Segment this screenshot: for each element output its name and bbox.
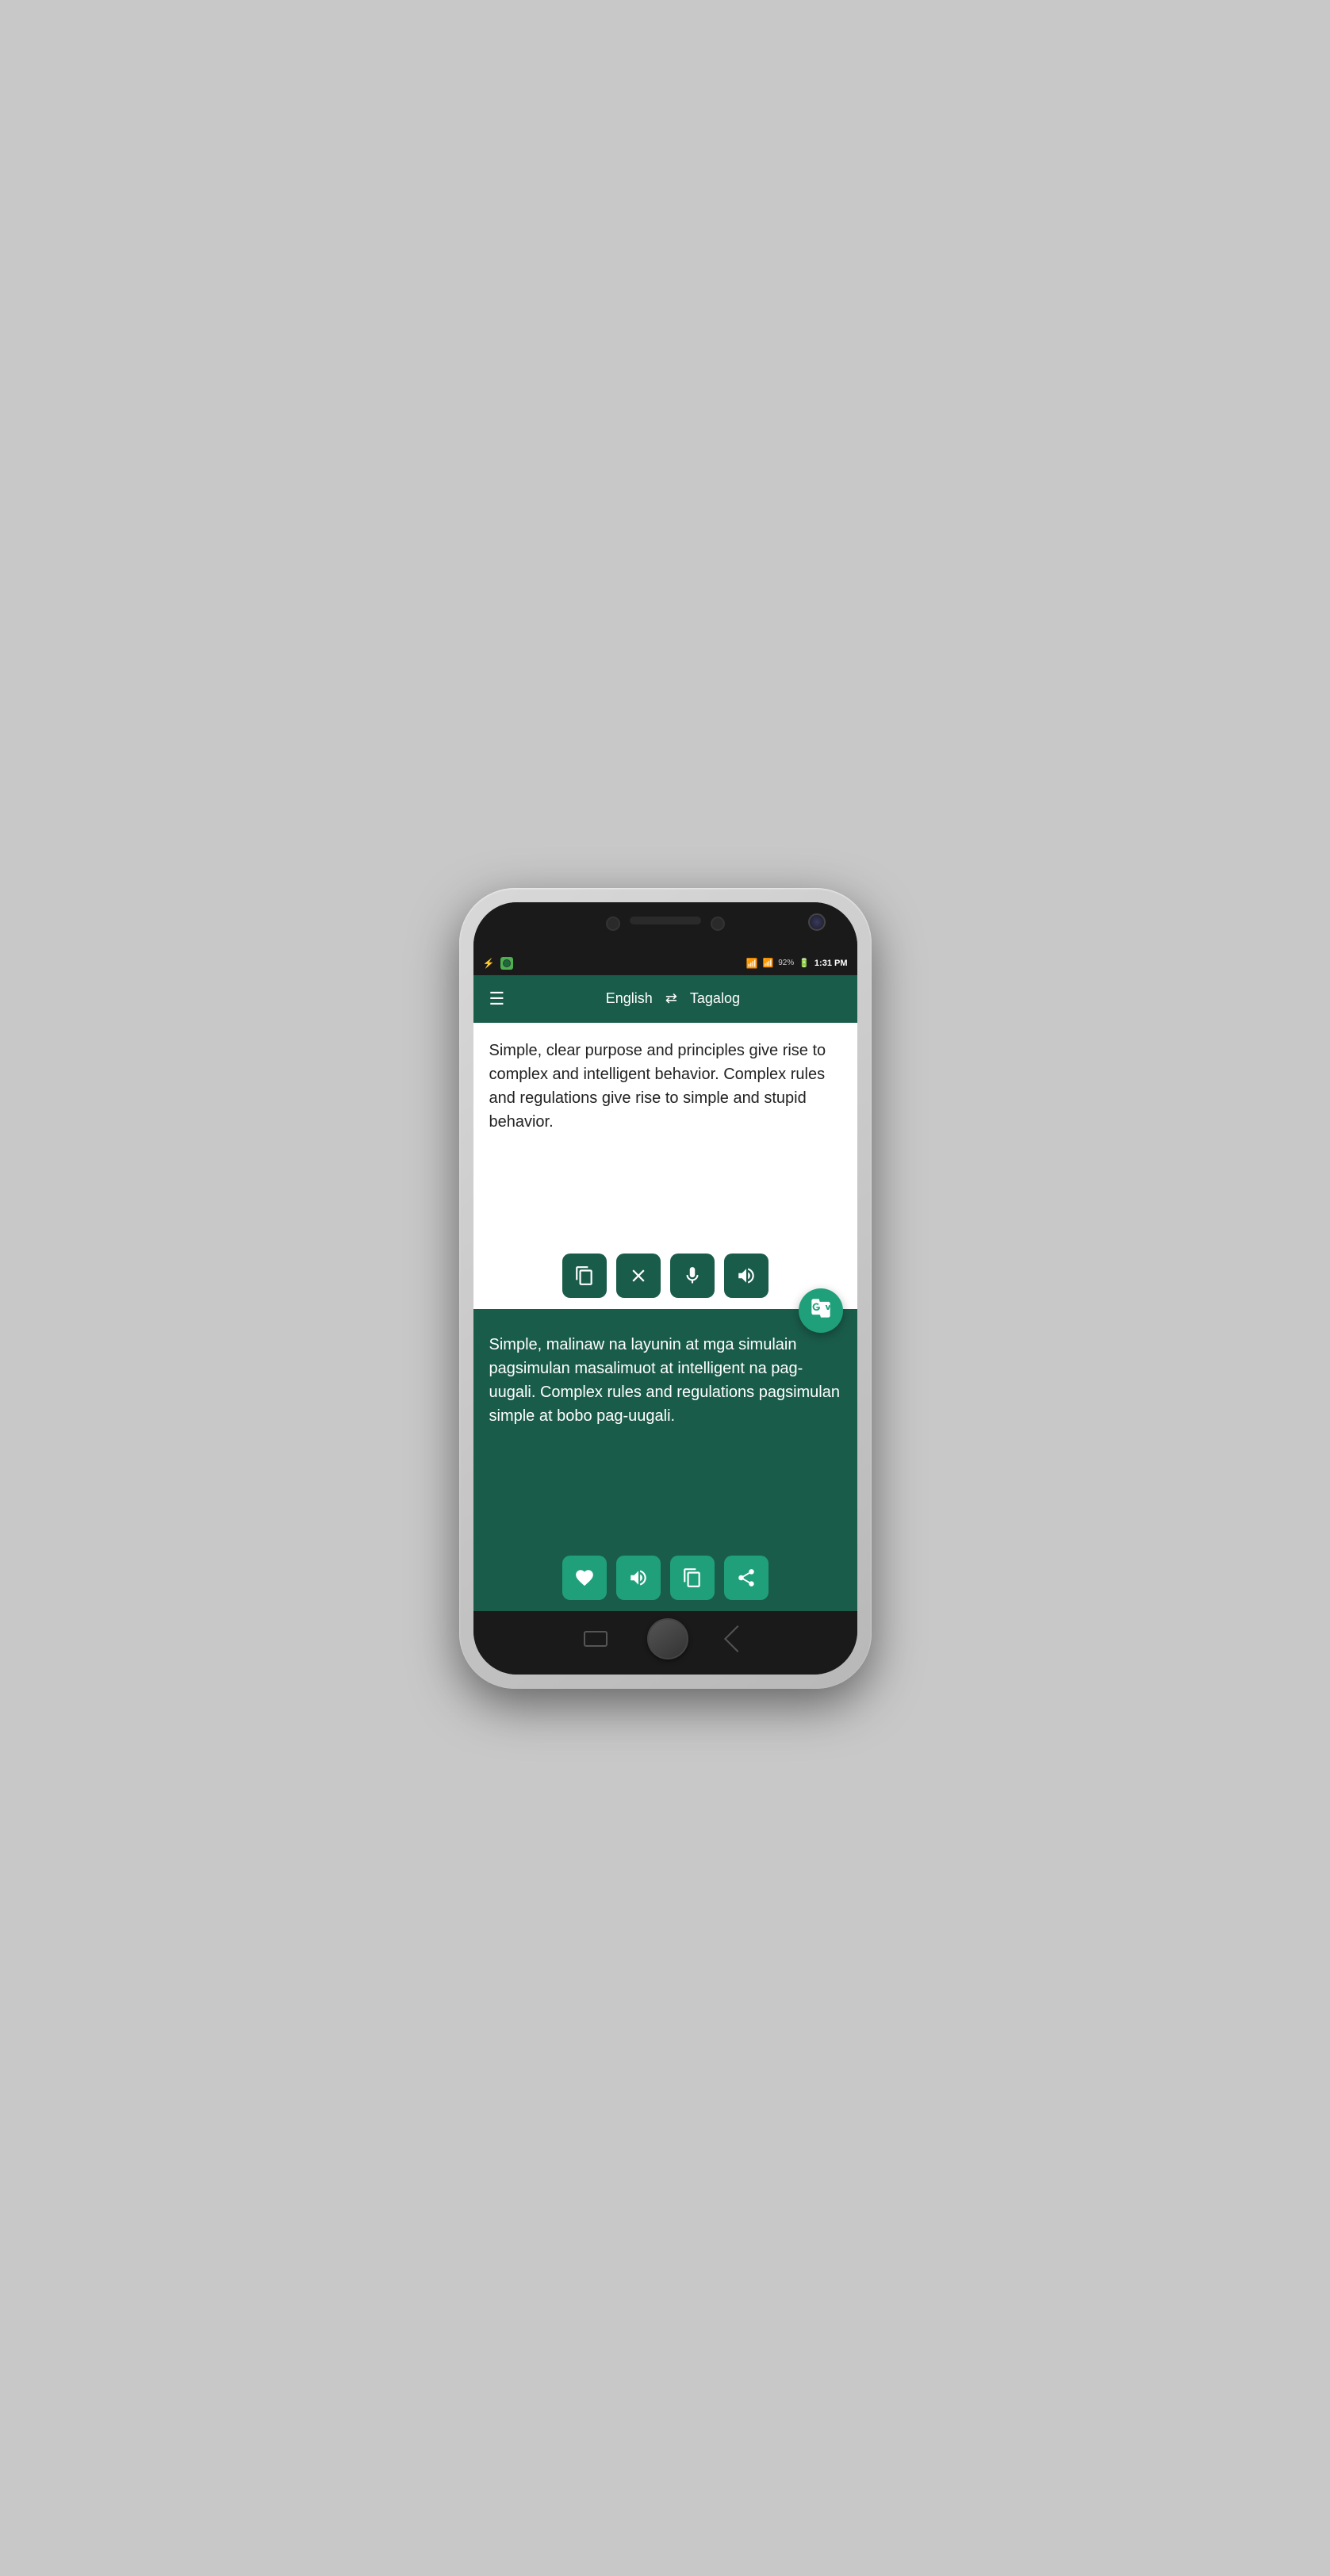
source-language-label[interactable]: English (606, 990, 653, 1007)
rear-camera-icon (808, 913, 826, 931)
google-translate-fab[interactable] (799, 1288, 843, 1333)
speaker-button-output[interactable] (616, 1556, 661, 1600)
output-text-content: Simple, malinaw na layunin at mga simula… (473, 1325, 857, 1544)
language-selector: English ⇄ Tagalog (504, 990, 841, 1007)
app-notification-icon (500, 957, 513, 970)
status-bar-left: ⚡ (483, 957, 514, 970)
share-button[interactable] (724, 1556, 768, 1600)
input-action-buttons (473, 1242, 857, 1309)
output-action-buttons (473, 1544, 857, 1611)
status-bar: ⚡ 📶 📶 92% 🔋 1:31 PM (473, 951, 857, 975)
output-panel: Simple, malinaw na layunin at mga simula… (473, 1309, 857, 1611)
clear-button[interactable] (616, 1254, 661, 1298)
battery-charging-icon: 🔋 (799, 958, 810, 968)
signal-icon: 📶 (763, 958, 774, 968)
usb-icon: ⚡ (483, 958, 495, 969)
copy-icon (682, 1567, 703, 1588)
app-header: ☰ English ⇄ Tagalog (473, 975, 857, 1023)
target-language-label[interactable]: Tagalog (690, 990, 740, 1007)
speaker-button-input[interactable] (724, 1254, 768, 1298)
camera-area (606, 917, 725, 931)
phone-device: ⚡ 📶 📶 92% 🔋 1:31 PM ☰ English ⇄ Tagalog (459, 888, 872, 1689)
favorite-icon (574, 1567, 595, 1588)
speaker-icon-input (736, 1265, 757, 1286)
menu-button[interactable]: ☰ (489, 990, 505, 1008)
top-bezel (473, 902, 857, 951)
google-translate-icon (810, 1297, 832, 1319)
app-screen: ⚡ 📶 📶 92% 🔋 1:31 PM ☰ English ⇄ Tagalog (473, 951, 857, 1611)
speaker-icon-output (628, 1567, 649, 1588)
home-button[interactable] (647, 1618, 688, 1659)
microphone-icon (682, 1265, 703, 1286)
back-button[interactable] (724, 1625, 751, 1652)
front-camera (606, 917, 620, 931)
status-time: 1:31 PM (814, 959, 848, 968)
speaker-grille (630, 917, 701, 924)
wifi-icon: 📶 (746, 958, 758, 969)
input-text-content[interactable]: Simple, clear purpose and principles giv… (473, 1023, 857, 1242)
microphone-button[interactable] (670, 1254, 715, 1298)
phone-screen-container: ⚡ 📶 📶 92% 🔋 1:31 PM ☰ English ⇄ Tagalog (473, 902, 857, 1675)
copy-button[interactable] (670, 1556, 715, 1600)
clear-icon (628, 1265, 649, 1286)
favorite-button[interactable] (562, 1556, 607, 1600)
clipboard-icon (574, 1265, 595, 1286)
share-icon (736, 1567, 757, 1588)
swap-languages-button[interactable]: ⇄ (665, 990, 677, 1007)
input-panel: Simple, clear purpose and principles giv… (473, 1023, 857, 1309)
status-bar-right: 📶 📶 92% 🔋 1:31 PM (746, 958, 848, 969)
bottom-bezel (473, 1611, 857, 1675)
sensor (711, 917, 725, 931)
battery-percentage: 92% (778, 959, 794, 967)
recent-apps-button[interactable] (584, 1631, 608, 1647)
clipboard-button[interactable] (562, 1254, 607, 1298)
google-translate-label (810, 1297, 832, 1323)
